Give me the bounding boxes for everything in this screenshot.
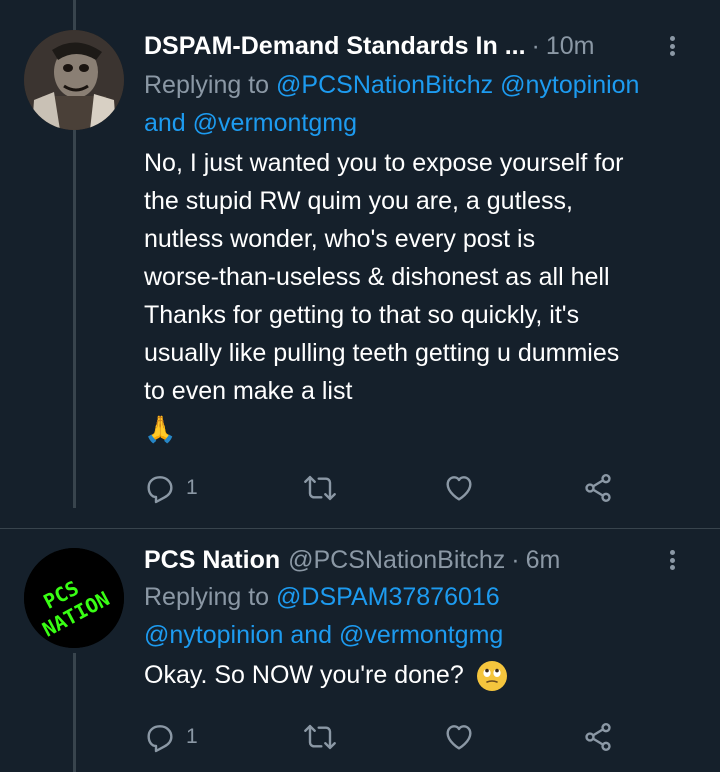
tweet-actions: 1 bbox=[144, 471, 614, 505]
tweet-text-line: nutless wonder, who's every post is bbox=[144, 225, 536, 253]
reply-handle-nytopinion[interactable]: @nytopinion bbox=[144, 621, 283, 649]
share-icon bbox=[585, 723, 611, 751]
like-button[interactable] bbox=[443, 472, 475, 504]
share-icon bbox=[585, 474, 611, 502]
like-button[interactable] bbox=[443, 721, 475, 753]
tweet-text-line: worse-than-useless & dishonest as all he… bbox=[144, 263, 610, 291]
avatar[interactable]: PCS NATION bbox=[24, 548, 124, 648]
reply-and[interactable]: and bbox=[144, 109, 186, 137]
replying-to: Replying to @PCSNationBitchz @nytopinion… bbox=[144, 66, 700, 142]
replying-to-label: Replying to bbox=[144, 71, 270, 99]
separator-dot: · bbox=[511, 546, 520, 574]
pray-emoji: 🙏 bbox=[144, 414, 177, 444]
thread-line-top bbox=[73, 0, 76, 30]
timestamp[interactable]: 6m bbox=[526, 544, 561, 576]
user-handle[interactable]: @PCSNationBitchz bbox=[288, 544, 505, 576]
more-icon[interactable] bbox=[660, 548, 684, 572]
retweet-button[interactable] bbox=[304, 721, 337, 753]
reply-button[interactable]: 1 bbox=[144, 472, 198, 504]
eye-roll-emoji-icon bbox=[476, 661, 507, 692]
reply-handle-vermontgmg[interactable]: @vermontgmg bbox=[193, 109, 357, 137]
avatar-image bbox=[24, 30, 124, 130]
tweet-text: No, I just wanted you to expose yourself… bbox=[144, 144, 700, 448]
share-button[interactable] bbox=[582, 472, 614, 504]
display-name[interactable]: DSPAM-Demand Standards In ... bbox=[144, 30, 526, 62]
tweet-divider bbox=[0, 528, 720, 529]
share-button[interactable] bbox=[582, 721, 614, 753]
reply-handle-vermontgmg[interactable]: @vermontgmg bbox=[339, 621, 503, 649]
retweet-button[interactable] bbox=[304, 472, 337, 504]
reply-and[interactable]: and bbox=[290, 621, 332, 649]
tweet-text-line: the stupid RW quim you are, a gutless, bbox=[144, 187, 573, 215]
retweet-icon bbox=[304, 724, 337, 750]
avatar-image: PCS NATION bbox=[24, 548, 124, 648]
reply-icon bbox=[147, 476, 173, 504]
reply-button[interactable]: 1 bbox=[144, 721, 198, 753]
display-name[interactable]: PCS Nation bbox=[144, 544, 280, 576]
reply-handle-dspam[interactable]: @DSPAM37876016 bbox=[276, 583, 500, 611]
tweet-text-line: usually like pulling teeth getting u dum… bbox=[144, 339, 620, 367]
reply-count: 1 bbox=[186, 476, 198, 499]
timestamp[interactable]: 10m bbox=[546, 30, 595, 62]
replying-to-label: Replying to bbox=[144, 583, 270, 611]
separator-dot: · bbox=[531, 32, 540, 60]
tweet-header: PCS Nation @PCSNationBitchz · 6m bbox=[144, 544, 700, 576]
tweet-header: DSPAM-Demand Standards In ... · 10m bbox=[144, 30, 700, 62]
reply-count: 1 bbox=[186, 725, 198, 748]
avatar[interactable] bbox=[24, 30, 124, 130]
tweet-actions: 1 bbox=[144, 720, 614, 754]
reply-handles[interactable]: @PCSNationBitchz @nytopinion bbox=[276, 71, 639, 99]
tweet-text-line: No, I just wanted you to expose yourself… bbox=[144, 149, 624, 177]
replying-to: Replying to @DSPAM37876016 @nytopinion a… bbox=[144, 578, 700, 654]
more-icon[interactable] bbox=[660, 34, 684, 58]
tweet-text-line: Thanks for getting to that so quickly, i… bbox=[144, 301, 580, 329]
tweet-text-line: Okay. So NOW you're done? bbox=[144, 661, 464, 689]
thread-line-bottom bbox=[73, 653, 76, 772]
reply-icon bbox=[147, 725, 173, 753]
tweet-text-line: to even make a list bbox=[144, 377, 353, 405]
like-icon bbox=[446, 476, 472, 501]
retweet-icon bbox=[304, 475, 337, 501]
tweet-text: Okay. So NOW you're done? bbox=[144, 656, 700, 694]
like-icon bbox=[446, 725, 472, 750]
thread-line-middle bbox=[73, 128, 76, 508]
